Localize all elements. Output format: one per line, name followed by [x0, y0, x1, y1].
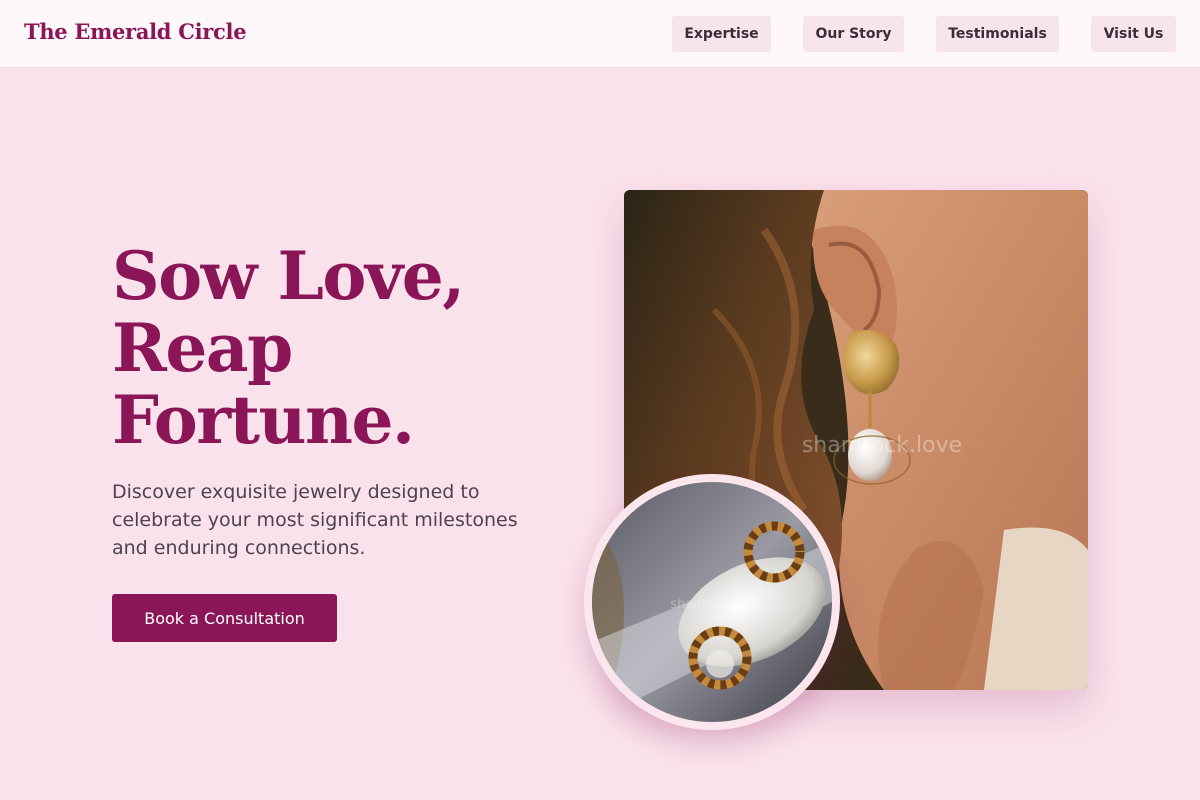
headline-line-1: Sow Love, — [112, 237, 465, 315]
brand-logo[interactable]: The Emerald Circle — [24, 19, 247, 44]
headline-line-3: Fortune. — [112, 381, 415, 459]
inset-photo-watermark: shamrock — [670, 597, 734, 612]
nav-testimonials-button[interactable]: Testimonials — [936, 16, 1059, 52]
main-photo-watermark: shamrock.love — [802, 433, 962, 458]
hero-headline: Sow Love, Reap Fortune. — [112, 240, 552, 456]
book-consultation-button[interactable]: Book a Consultation — [112, 594, 337, 642]
nav-expertise-button[interactable]: Expertise — [672, 16, 771, 52]
hero-inset-image: shamrock — [584, 474, 840, 730]
hoop-earrings-photo: shamrock — [592, 482, 832, 722]
hero-subtext: Discover exquisite jewelry designed to c… — [112, 481, 518, 559]
nav-our-story-button[interactable]: Our Story — [803, 16, 904, 52]
headline-line-2: Reap — [112, 309, 293, 387]
nav-visit-us-button[interactable]: Visit Us — [1091, 16, 1176, 52]
site-header: The Emerald Circle Expertise Our Story T… — [0, 0, 1200, 68]
